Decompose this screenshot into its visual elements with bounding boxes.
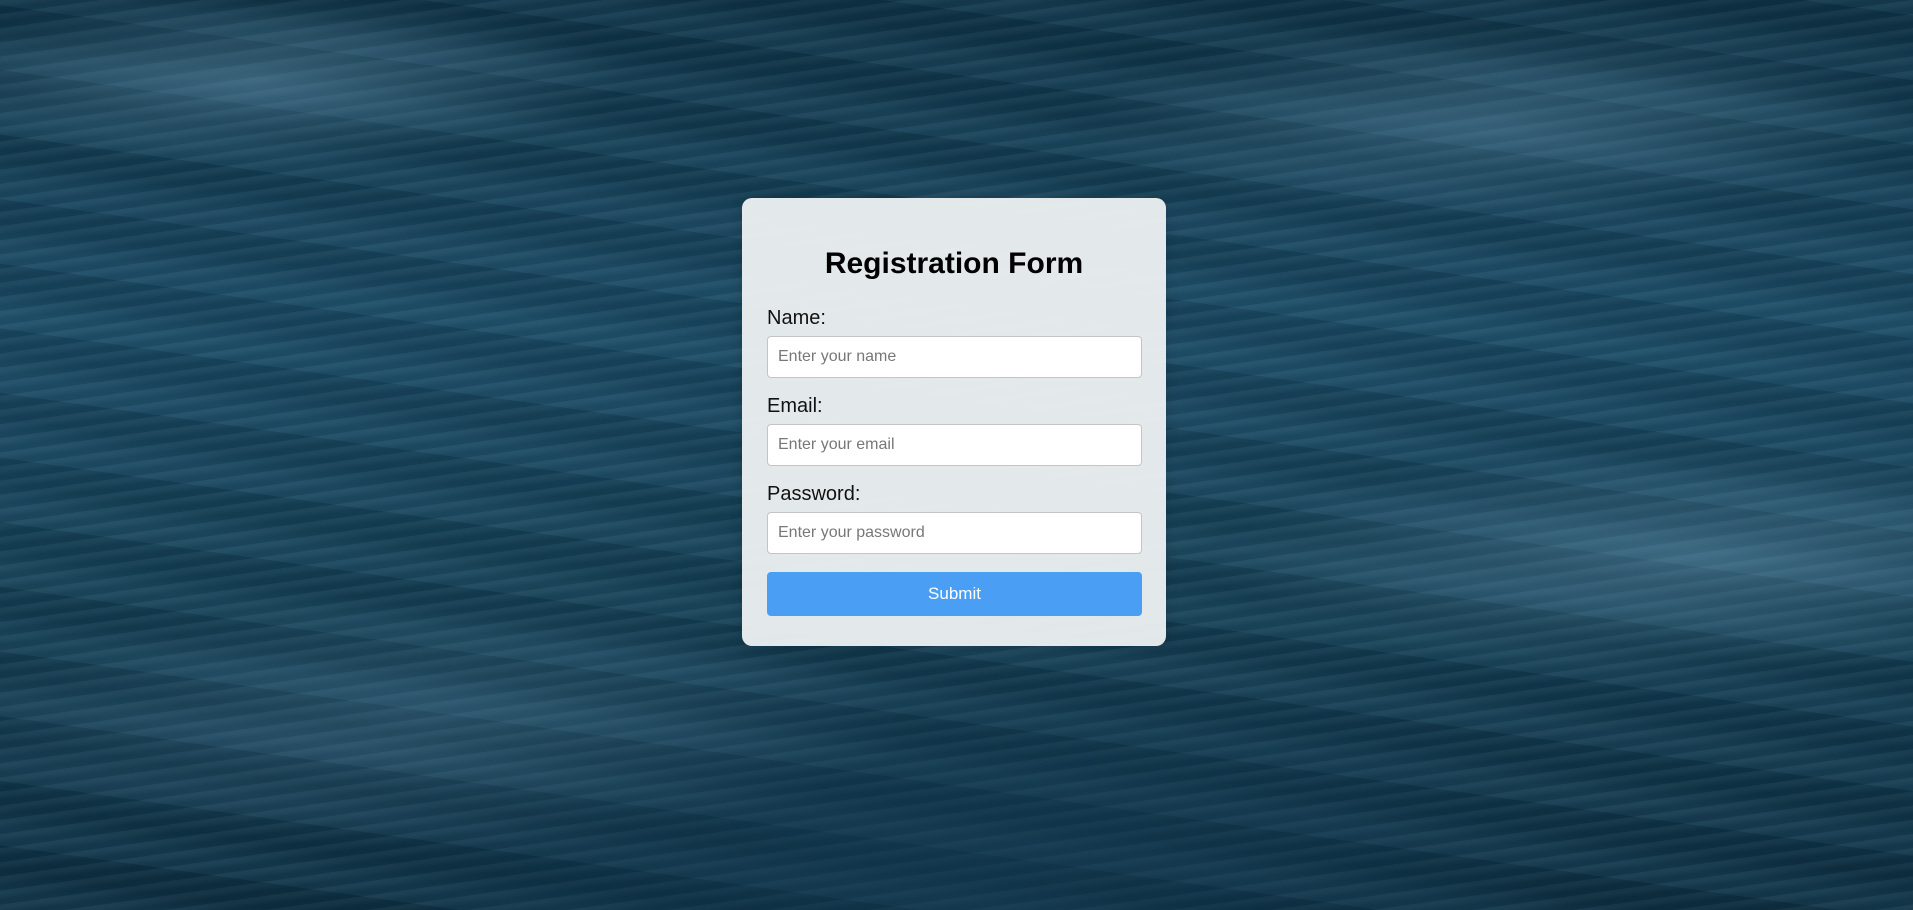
email-label: Email: xyxy=(767,395,823,417)
name-input[interactable] xyxy=(767,336,1142,378)
password-input[interactable] xyxy=(767,512,1142,554)
email-input[interactable] xyxy=(767,424,1142,466)
form-title: Registration Form xyxy=(824,247,1084,280)
submit-button[interactable]: Submit xyxy=(767,572,1142,616)
registration-form: Registration Form Name: Email: Password:… xyxy=(742,198,1166,646)
password-label: Password: xyxy=(767,483,861,505)
name-label: Name: xyxy=(767,307,826,329)
